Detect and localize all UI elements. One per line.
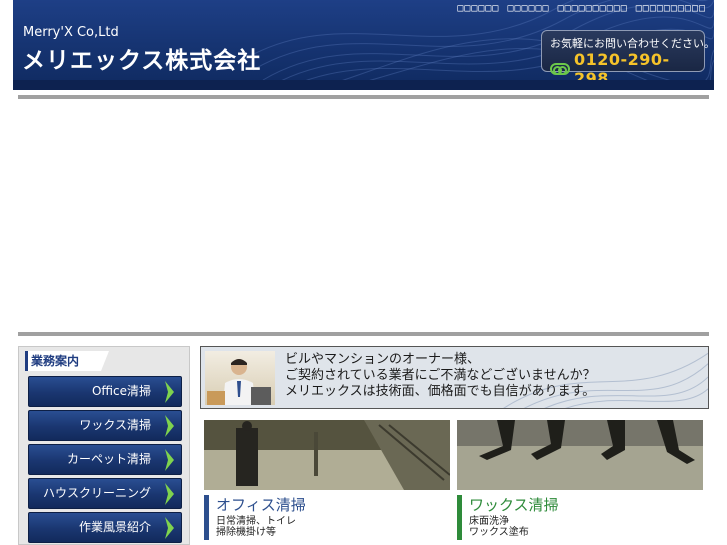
divider-top <box>18 95 709 99</box>
sidebar-item-label: ハウスクリーニング <box>42 486 151 500</box>
office-scene <box>204 420 450 490</box>
operator-photo <box>205 351 275 405</box>
chevron-right-icon <box>165 415 174 437</box>
contact-message: お気軽にお問い合わせください。 <box>550 37 714 50</box>
sidebar-item-office[interactable]: Office清掃 <box>28 376 182 407</box>
sidebar-item-label: カーペット清掃 <box>66 452 151 466</box>
banner-line: ビルやマンションのオーナー様、 <box>285 352 481 367</box>
sidebar-item-label: Office清掃 <box>91 384 151 398</box>
sidebar-heading: 業務案内 <box>25 351 109 371</box>
office-cleaning-photo[interactable] <box>204 420 450 490</box>
divider-middle <box>18 332 709 336</box>
sidebar-item-house-cleaning[interactable]: ハウスクリーニング <box>28 478 182 509</box>
freedial-icon <box>550 63 570 75</box>
wax-desc-line: ワックス塗布 <box>469 527 529 538</box>
office-title-bar <box>204 495 209 540</box>
wax-scene <box>457 420 703 490</box>
top-nav-link[interactable]: □□□□□□□□□□ <box>558 3 628 14</box>
chevron-right-icon <box>165 483 174 505</box>
banner-line: メリエックスは技術面、価格面でも自信があります。 <box>285 384 596 399</box>
banner-text: ビルやマンションのオーナー様、 ご契約されている業者にご不満などございませんか？… <box>285 352 596 400</box>
wax-title-bar <box>457 495 462 540</box>
contact-box: お気軽にお問い合わせください。 0120-290-298 <box>541 30 714 88</box>
top-nav: □□□□□□ □□□□□□ □□□□□□□□□□ □□□□□□□□□□ <box>457 3 706 14</box>
sidebar-item-carpet[interactable]: カーペット清掃 <box>28 444 182 475</box>
sidebar-item-work-gallery[interactable]: 作業風景紹介 <box>28 512 182 543</box>
site-header: □□□□□□ □□□□□□ □□□□□□□□□□ □□□□□□□□□□ Merr… <box>13 0 714 90</box>
wax-desc-line: 床面洗浄 <box>469 516 509 527</box>
top-nav-link[interactable]: □□□□□□ <box>457 3 499 14</box>
sidebar-item-label: ワックス清掃 <box>79 418 151 432</box>
wax-cleaning-title[interactable]: ワックス清掃 <box>469 494 559 515</box>
sidebar-item-label: 作業風景紹介 <box>78 520 151 534</box>
office-desc-line: 掃除機掛け等 <box>216 527 276 538</box>
sidebar: 業務案内 Office清掃 ワックス清掃 カーペット清掃 ハウスクリーニング 作… <box>18 346 190 545</box>
chevron-right-icon <box>165 517 174 539</box>
logo-english[interactable]: Merry'X Co,Ltd <box>23 25 119 40</box>
top-nav-link[interactable]: □□□□□□ <box>507 3 549 14</box>
banner-line: ご契約されている業者にご不満などございませんか？ <box>285 368 596 383</box>
chevron-right-icon <box>165 381 174 403</box>
chevron-right-icon <box>165 449 174 471</box>
top-nav-link[interactable]: □□□□□□□□□□ <box>636 3 706 14</box>
header-bottom-band <box>13 80 714 90</box>
office-cleaning-title[interactable]: オフィス清掃 <box>216 494 306 515</box>
logo-japanese[interactable]: メリエックス株式会社 <box>22 41 261 75</box>
promo-banner: ビルやマンションのオーナー様、 ご契約されている業者にご不満などございませんか？… <box>200 346 709 409</box>
wax-cleaning-photo[interactable] <box>457 420 703 490</box>
office-desc-line: 日常清掃、トイレ <box>216 516 296 527</box>
operator-figure <box>207 359 271 405</box>
sidebar-item-wax[interactable]: ワックス清掃 <box>28 410 182 441</box>
page: □□□□□□ □□□□□□ □□□□□□□□□□ □□□□□□□□□□ Merr… <box>0 0 727 545</box>
